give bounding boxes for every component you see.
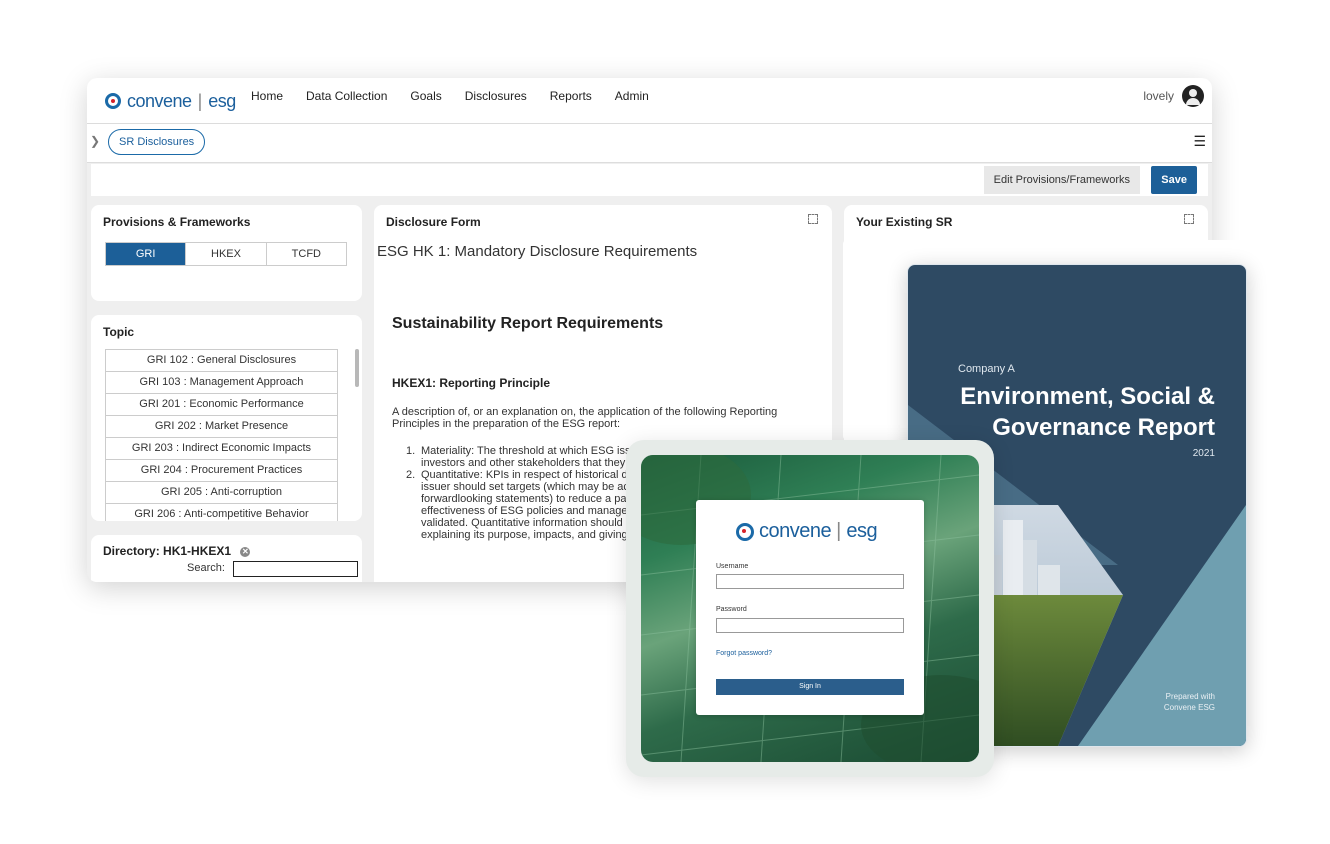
chevron-right-icon[interactable]: ❯ <box>90 134 100 148</box>
clear-icon[interactable]: ✕ <box>240 547 251 557</box>
nav-admin[interactable]: Admin <box>615 89 649 103</box>
logo-brand: convene <box>759 520 832 542</box>
directory-card: Directory: HK1-HKEX1 ✕ Search: <box>91 535 362 582</box>
disclosure-subtitle: ESG HK 1: Mandatory Disclosure Requireme… <box>377 243 698 260</box>
username-label: Username <box>716 563 749 570</box>
convene-esg-logo[interactable]: convene | esg <box>105 86 236 116</box>
cover-company: Company A <box>958 363 1015 375</box>
cover-year: 2021 <box>1192 448 1215 459</box>
cover-prepared-with: Prepared with Convene ESG <box>1163 692 1215 712</box>
user-menu[interactable]: lovely <box>1143 85 1204 107</box>
save-button[interactable]: Save <box>1151 166 1197 194</box>
topic-item[interactable]: GRI 103 : Management Approach <box>105 372 338 394</box>
breadcrumb-bar: ❯ SR Disclosures ☰ <box>87 124 1212 163</box>
username-input[interactable] <box>716 574 904 589</box>
hamburger-menu-icon[interactable]: ☰ <box>1193 133 1206 150</box>
existing-sr-title: Your Existing SR <box>856 215 953 229</box>
logo-product: esg <box>846 520 878 542</box>
provisions-card: Provisions & Frameworks GRI HKEX TCFD <box>91 205 362 301</box>
nav-disclosures[interactable]: Disclosures <box>465 89 527 103</box>
top-nav-bar: convene | esg Home Data Collection Goals… <box>87 78 1212 124</box>
logo-brand: convene <box>127 90 192 111</box>
nav-reports[interactable]: Reports <box>550 89 592 103</box>
topic-item[interactable]: GRI 102 : General Disclosures <box>105 349 338 372</box>
tower-building <box>1038 565 1060 600</box>
tower-building <box>1023 540 1037 600</box>
nav-data-collection[interactable]: Data Collection <box>306 89 387 103</box>
directory-value: HK1-HKEX1 <box>163 544 232 558</box>
topic-item[interactable]: GRI 206 : Anti-competitive Behavior <box>105 504 338 521</box>
tab-hkex[interactable]: HKEX <box>186 243 267 265</box>
directory-title: Directory: HK1-HKEX1 ✕ <box>103 544 251 558</box>
disclosure-heading: Sustainability Report Requirements <box>392 315 664 332</box>
edit-provisions-button[interactable]: Edit Provisions/Frameworks <box>983 166 1140 194</box>
search-label: Search: <box>187 562 225 574</box>
search-input[interactable] <box>233 561 358 577</box>
topic-scrollbar[interactable] <box>355 349 359 387</box>
topic-card: Topic GRI 102 : General Disclosures GRI … <box>91 315 362 521</box>
convene-logo-icon <box>736 522 754 541</box>
topic-item[interactable]: GRI 205 : Anti-corruption <box>105 482 338 504</box>
main-nav: Home Data Collection Goals Disclosures R… <box>251 89 649 103</box>
expand-icon[interactable] <box>808 214 818 224</box>
forgot-password-link[interactable]: Forgot password? <box>716 650 772 657</box>
logo-separator: | <box>197 90 203 111</box>
password-input[interactable] <box>716 618 904 633</box>
tab-gri[interactable]: GRI <box>106 243 187 265</box>
provisions-title: Provisions & Frameworks <box>103 215 251 229</box>
framework-tabs: GRI HKEX TCFD <box>105 242 347 266</box>
user-name: lovely <box>1143 89 1174 103</box>
convene-logo-icon <box>105 93 121 109</box>
password-label: Password <box>716 606 747 613</box>
nav-home[interactable]: Home <box>251 89 283 103</box>
topic-title: Topic <box>103 325 135 339</box>
topic-item[interactable]: GRI 202 : Market Presence <box>105 416 338 438</box>
nav-goals[interactable]: Goals <box>410 89 441 103</box>
logo-separator: | <box>836 520 842 542</box>
sign-in-button[interactable]: Sign In <box>716 679 904 695</box>
topic-item[interactable]: GRI 204 : Procurement Practices <box>105 460 338 482</box>
action-bar: Edit Provisions/Frameworks Save <box>91 164 1208 196</box>
topic-item[interactable]: GRI 203 : Indirect Economic Impacts <box>105 438 338 460</box>
disclosure-intro: A description of, or an explanation on, … <box>392 406 778 430</box>
login-dialog: convene | esg Username Password Forgot p… <box>696 500 924 715</box>
topic-list: GRI 102 : General Disclosures GRI 103 : … <box>105 349 338 521</box>
tab-tcfd[interactable]: TCFD <box>267 243 346 265</box>
cover-title: Environment, Social & Governance Report <box>960 383 1215 441</box>
breadcrumb-pill[interactable]: SR Disclosures <box>108 129 206 155</box>
topic-item[interactable]: GRI 201 : Economic Performance <box>105 394 338 416</box>
directory-label: Directory: <box>103 544 160 558</box>
tower-building <box>1003 520 1023 600</box>
expand-icon[interactable] <box>1184 214 1194 224</box>
user-avatar-icon[interactable] <box>1182 85 1204 107</box>
convene-esg-logo: convene | esg <box>736 520 878 543</box>
disclosure-subheading: HKEX1: Reporting Principle <box>392 376 551 390</box>
disclosure-form-title: Disclosure Form <box>386 215 481 229</box>
logo-product: esg <box>208 90 236 111</box>
